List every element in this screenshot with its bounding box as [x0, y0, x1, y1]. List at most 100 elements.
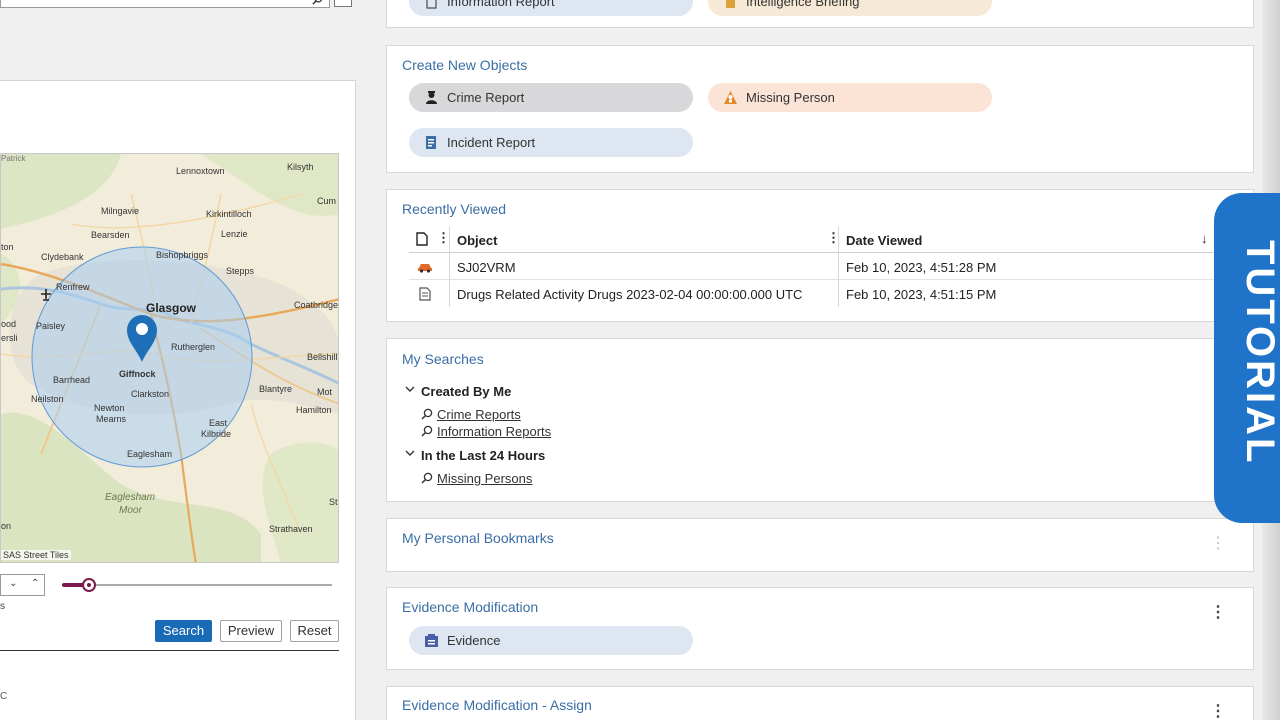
- bookmarks-card: My Personal Bookmarks ⋮: [386, 518, 1254, 572]
- map-label: Glasgow: [146, 301, 197, 315]
- map-label: ood: [1, 319, 17, 329]
- radius-slider-handle[interactable]: [82, 578, 96, 592]
- map-label: Bearsden: [91, 230, 130, 240]
- card-title: Evidence Modification: [402, 599, 539, 615]
- map-label: Milngavie: [101, 206, 140, 216]
- search-icon[interactable]: [312, 0, 323, 8]
- more-options-icon[interactable]: ⋮: [1210, 536, 1226, 552]
- missing-person-pill[interactable]: Missing Person: [708, 83, 992, 112]
- search-button[interactable]: Search: [155, 620, 212, 642]
- radius-stepper[interactable]: ⌄ ⌃: [0, 574, 45, 596]
- map-label: Bellshill: [307, 352, 338, 362]
- information-report-pill[interactable]: Information Report: [409, 0, 693, 16]
- column-header-date-viewed[interactable]: Date Viewed: [846, 233, 922, 248]
- map-label: Lennoxtown: [176, 166, 225, 176]
- my-searches-card: My Searches Created By Me Crime Reports …: [386, 338, 1254, 502]
- column-separator: [838, 253, 839, 280]
- date-cell: Feb 10, 2023, 4:51:28 PM: [846, 260, 997, 275]
- map-label: Paisley: [36, 321, 66, 331]
- map-label: Coatbridge: [294, 300, 339, 310]
- top-search-input[interactable]: [0, 0, 330, 8]
- file-icon: [416, 232, 428, 249]
- stepper-down-icon[interactable]: ⌄: [9, 578, 17, 589]
- column-separator: [449, 226, 450, 253]
- map-label: Clarkston: [131, 389, 170, 399]
- divider: [0, 650, 339, 651]
- tutorial-label[interactable]: TUTORIAL: [1222, 240, 1280, 480]
- pill-label: Evidence: [447, 633, 501, 648]
- map-label: Neilston: [31, 394, 64, 404]
- map-label: Clydebank: [41, 252, 84, 262]
- document-icon: [424, 0, 439, 9]
- create-new-objects-card: Create New Objects Crime Report Missing …: [386, 45, 1254, 173]
- incident-report-pill[interactable]: Incident Report: [409, 128, 693, 157]
- stepper-up-icon[interactable]: ⌃: [31, 578, 39, 589]
- map-label: Kirkintilloch: [206, 209, 252, 219]
- more-options-icon[interactable]: ⋮: [1210, 704, 1226, 720]
- evidence-pill[interactable]: Evidence: [409, 626, 693, 655]
- chevron-down-icon[interactable]: [405, 449, 415, 460]
- map-label: Strathaven: [269, 524, 313, 534]
- crime-report-icon: [424, 90, 439, 105]
- units-label: s: [0, 601, 5, 612]
- map-label: ersli: [1, 333, 18, 343]
- map-label: Eaglesham: [105, 492, 156, 503]
- pill-label: Information Report: [447, 0, 555, 9]
- search-icon: [421, 425, 433, 440]
- map-label: Kilbride: [201, 429, 232, 439]
- preview-button[interactable]: Preview: [220, 620, 282, 642]
- map-label: on: [1, 521, 12, 531]
- chevron-down-icon[interactable]: [405, 385, 415, 396]
- map-label: Barrhead: [53, 375, 91, 385]
- card-title: Recently Viewed: [402, 201, 507, 217]
- top-search-area: [0, 0, 356, 9]
- reset-button[interactable]: Reset: [290, 620, 339, 642]
- map-label: Patrick: [1, 154, 26, 163]
- map-label: Rutherglen: [171, 342, 216, 352]
- intelligence-briefing-pill[interactable]: Intelligence Briefing: [708, 0, 992, 16]
- search-icon: [421, 408, 433, 423]
- evidence-icon: [424, 633, 439, 648]
- crime-report-pill[interactable]: Crime Report: [409, 83, 693, 112]
- map-label: ton: [1, 242, 14, 252]
- map-label: Eaglesham: [127, 449, 173, 459]
- evidence-modification-card: Evidence Modification ⋮ Evidence: [386, 587, 1254, 670]
- pill-label: Intelligence Briefing: [746, 0, 860, 9]
- column-header-object[interactable]: Object: [457, 233, 497, 248]
- column-separator: [838, 226, 839, 253]
- object-cell[interactable]: SJ02VRM: [457, 260, 516, 275]
- saved-search-link[interactable]: Missing Persons: [437, 471, 532, 486]
- map-label: Blantyre: [259, 384, 293, 394]
- radius-slider-track[interactable]: [62, 584, 332, 586]
- map-search-panel: Kilsyth Lennoxtown Milngavie Kirkintillo…: [0, 80, 356, 720]
- missing-person-icon: [723, 90, 738, 105]
- map-label: Moor: [119, 505, 142, 516]
- date-cell: Feb 10, 2023, 4:51:15 PM: [846, 287, 997, 302]
- column-separator: [838, 280, 839, 307]
- map-label: Bishopbriggs: [156, 250, 209, 260]
- map-label: Newton: [94, 403, 125, 413]
- map-credit: SAS Street Tiles: [1, 550, 71, 560]
- search-group-label[interactable]: Created By Me: [421, 384, 511, 399]
- pill-label: Missing Person: [746, 90, 835, 105]
- map[interactable]: Kilsyth Lennoxtown Milngavie Kirkintillo…: [0, 153, 339, 563]
- more-options-icon[interactable]: ⋮: [1210, 605, 1226, 621]
- column-separator: [449, 253, 450, 280]
- map-label: Mot: [317, 387, 333, 397]
- map-label: Renfrew: [56, 282, 90, 292]
- object-cell[interactable]: Drugs Related Activity Drugs 2023-02-04 …: [457, 287, 802, 302]
- saved-search-link[interactable]: Information Reports: [437, 424, 551, 439]
- map-canvas: [1, 154, 338, 562]
- card-title: Create New Objects: [402, 57, 528, 73]
- table-row[interactable]: Drugs Related Activity Drugs 2023-02-04 …: [409, 280, 1219, 307]
- table-row[interactable]: SJ02VRM Feb 10, 2023, 4:51:28 PM: [409, 253, 1219, 280]
- search-icon: [421, 472, 433, 487]
- saved-search-link[interactable]: Crime Reports: [437, 407, 521, 422]
- map-label: Lenzie: [221, 229, 248, 239]
- sort-descending-icon[interactable]: ↓: [1201, 231, 1208, 246]
- pill-label: Crime Report: [447, 90, 525, 105]
- incident-report-icon: [424, 135, 439, 150]
- advanced-search-icon[interactable]: [334, 0, 352, 7]
- search-group-label[interactable]: In the Last 24 Hours: [421, 448, 545, 463]
- pill-label: Incident Report: [447, 135, 536, 150]
